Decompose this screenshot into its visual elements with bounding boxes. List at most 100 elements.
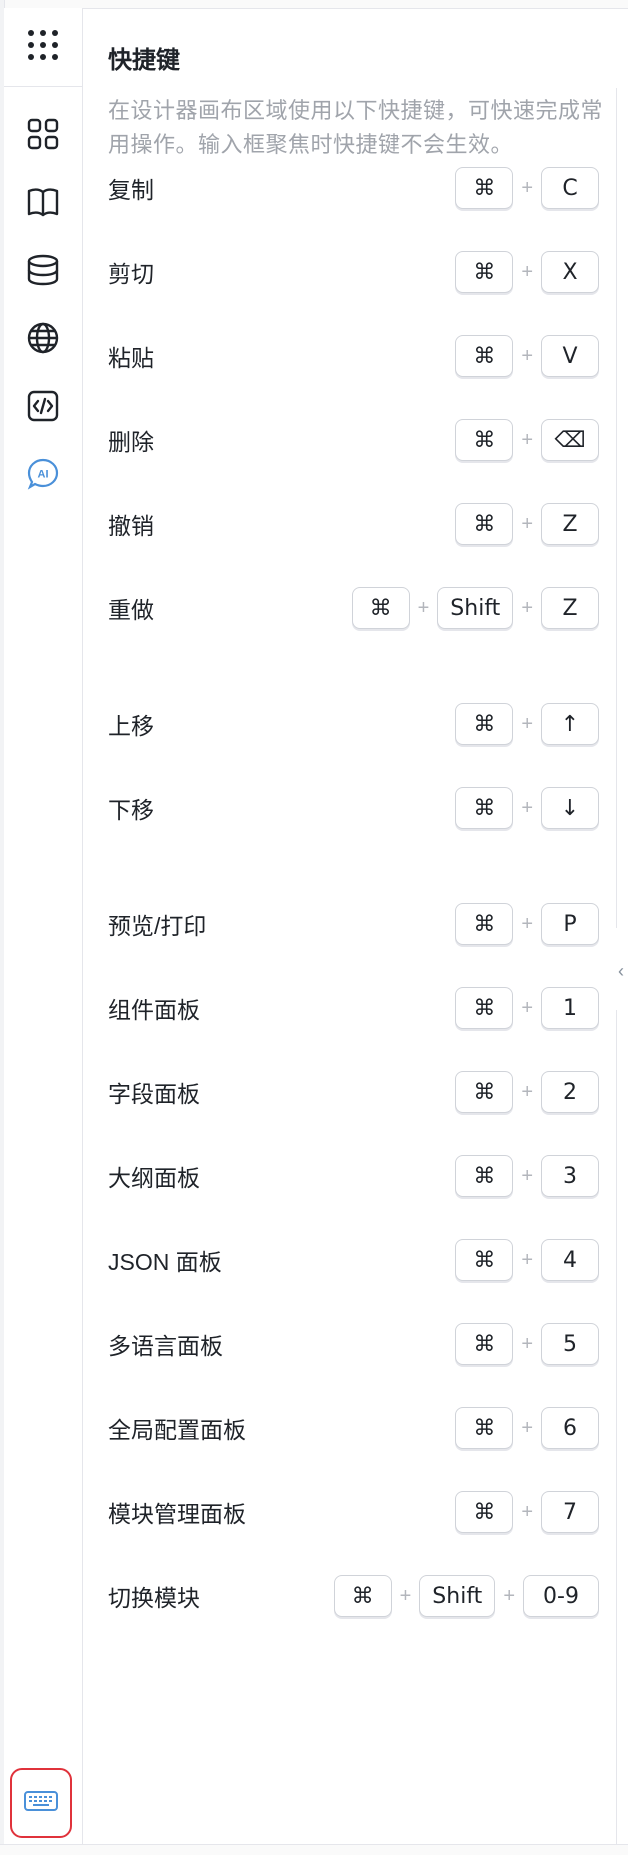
keycap: C xyxy=(541,167,599,209)
keycap: 4 xyxy=(541,1239,599,1281)
plus-sign: + xyxy=(521,1416,533,1439)
keycap: ⌘ xyxy=(455,703,514,745)
shortcut-row: 重做 ⌘ + Shift + Z xyxy=(108,586,599,630)
chevron-left-icon: ‹ xyxy=(618,960,624,981)
dots-grid-icon xyxy=(23,25,63,70)
keycap: ⌘ xyxy=(455,335,514,377)
plus-sign: + xyxy=(521,1332,533,1355)
shortcut-keys: ⌘ +7 xyxy=(455,1491,599,1533)
keycap: ⌘ xyxy=(455,251,514,293)
panel-description: 在设计器画布区域使用以下快捷键，可快速完成常用操作。输入框聚焦时快捷键不会生效。 xyxy=(108,98,604,157)
keycap: 1 xyxy=(541,987,599,1029)
shortcut-keys: ⌘ +2 xyxy=(455,1071,599,1113)
keycap: ⌘ xyxy=(351,587,410,629)
shortcut-row: 组件面板 ⌘ +1 xyxy=(108,986,599,1030)
shortcut-row: 粘贴 ⌘ + V xyxy=(108,334,599,378)
shortcut-label: 组件面板 xyxy=(108,997,200,1023)
shortcut-row: 撤销 ⌘ + Z xyxy=(108,502,599,546)
shortcut-label: 预览/打印 xyxy=(108,913,207,939)
globe-icon xyxy=(25,320,61,361)
shortcut-row: 剪切 ⌘ + X xyxy=(108,250,599,294)
left-sidebar: AI xyxy=(4,8,83,1844)
plus-sign: + xyxy=(521,1164,533,1187)
keycap: 3 xyxy=(541,1155,599,1197)
shortcut-keys: ⌘ +4 xyxy=(455,1239,599,1281)
shortcut-keys: ⌘ + ⌫ xyxy=(455,419,599,461)
keycap: Z xyxy=(541,503,599,545)
plus-sign: + xyxy=(417,596,430,619)
shortcut-keys: ⌘ +6 xyxy=(455,1407,599,1449)
keycap: ⌘ xyxy=(455,1491,514,1533)
plus-sign: + xyxy=(521,596,533,619)
shortcut-keys: ⌘ + Shift + Z xyxy=(351,587,599,629)
keycap: 0-9 xyxy=(523,1575,599,1617)
plus-sign: + xyxy=(521,512,533,535)
keycap: 6 xyxy=(541,1407,599,1449)
collapse-panel-button[interactable]: ‹ xyxy=(614,944,628,998)
menu-button[interactable] xyxy=(4,8,82,87)
sidebar-item-components[interactable] xyxy=(4,108,82,164)
shortcut-keys: ⌘ + X xyxy=(455,251,599,293)
shortcut-row: 下移 ⌘ + ↓ xyxy=(108,786,599,830)
keycap: ⌘ xyxy=(455,503,514,545)
shortcut-row: 大纲面板 ⌘ +3 xyxy=(108,1154,599,1198)
sidebar-item-shortcuts[interactable] xyxy=(10,1768,72,1838)
plus-sign: + xyxy=(503,1584,515,1607)
plus-sign: + xyxy=(521,344,533,367)
shortcut-label: 模块管理面板 xyxy=(108,1501,246,1527)
keycap: ⌘ xyxy=(455,787,514,829)
shortcut-label: 粘贴 xyxy=(108,345,154,371)
shortcut-label: 重做 xyxy=(108,597,154,623)
shortcut-keys: ⌘ + ↓ xyxy=(455,787,599,829)
shortcut-label: 上移 xyxy=(108,713,154,739)
plus-sign: + xyxy=(521,712,533,735)
sidebar-item-i18n[interactable] xyxy=(4,312,82,368)
shortcut-label: 全局配置面板 xyxy=(108,1417,246,1443)
sidebar-item-data[interactable] xyxy=(4,244,82,300)
shortcut-keys: ⌘ + P xyxy=(455,903,599,945)
shortcut-keys: ⌘ + V xyxy=(455,335,599,377)
shortcut-label: 字段面板 xyxy=(108,1081,200,1107)
ai-icon: AI xyxy=(25,456,61,497)
sidebar-item-code[interactable] xyxy=(4,380,82,436)
shortcut-row: 复制 ⌘ + C xyxy=(108,166,599,210)
sidebar-item-docs[interactable] xyxy=(4,176,82,232)
keycap: ↓ xyxy=(541,787,599,829)
shortcut-row: 模块管理面板 ⌘ +7 xyxy=(108,1490,599,1534)
keycap: ↑ xyxy=(541,703,599,745)
keycap: ⌘ xyxy=(455,903,514,945)
plus-sign: + xyxy=(521,912,533,935)
shortcut-label: 撤销 xyxy=(108,513,154,539)
plus-sign: + xyxy=(521,796,533,819)
keycap: ⌘ xyxy=(455,1407,514,1449)
shortcut-row: 上移 ⌘ + ↑ xyxy=(108,702,599,746)
keycap: ⌘ xyxy=(455,167,514,209)
shortcut-keys: ⌘ + ↑ xyxy=(455,703,599,745)
plus-sign: + xyxy=(521,1080,533,1103)
shortcut-label: 复制 xyxy=(108,177,154,203)
shortcut-row: 全局配置面板 ⌘ +6 xyxy=(108,1406,599,1450)
panel-title: 快捷键 xyxy=(108,47,180,74)
keycap: X xyxy=(541,251,599,293)
code-icon xyxy=(25,388,61,429)
shortcut-keys: ⌘ +5 xyxy=(455,1323,599,1365)
keycap: ⌘ xyxy=(455,1071,514,1113)
shortcut-row: 切换模块 ⌘ + Shift +0-9 xyxy=(108,1574,599,1618)
keycap: Shift xyxy=(437,587,514,629)
sidebar-item-ai[interactable]: AI xyxy=(4,448,82,504)
keycap: Z xyxy=(541,587,599,629)
keycap: V xyxy=(541,335,599,377)
ai-icon-label: AI xyxy=(38,468,49,480)
shortcut-keys: ⌘ + Shift +0-9 xyxy=(333,1575,599,1617)
shortcut-label: 下移 xyxy=(108,797,154,823)
keycap: Shift xyxy=(419,1575,496,1617)
canvas-edge-lower xyxy=(616,1010,628,1844)
book-icon xyxy=(25,184,61,225)
plus-sign: + xyxy=(521,1500,533,1523)
keycap: ⌘ xyxy=(455,1155,514,1197)
shortcuts-panel: 快捷键 在设计器画布区域使用以下快捷键，可快速完成常用操作。输入框聚焦时快捷键不… xyxy=(83,8,616,1844)
shortcut-row: JSON 面板 ⌘ +4 xyxy=(108,1238,599,1282)
keycap: ⌫ xyxy=(541,419,599,461)
shortcut-label: 切换模块 xyxy=(108,1585,200,1611)
shortcut-label: 多语言面板 xyxy=(108,1333,223,1359)
